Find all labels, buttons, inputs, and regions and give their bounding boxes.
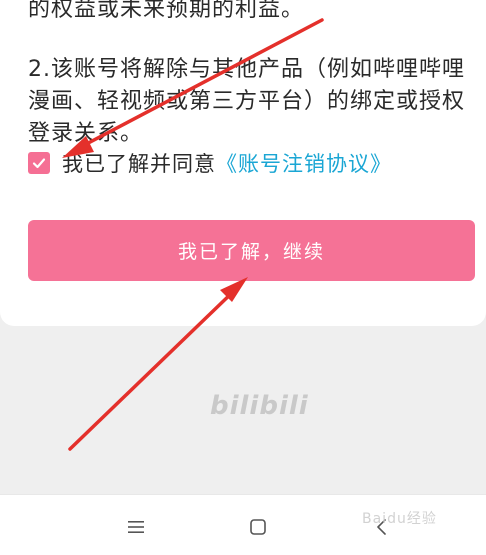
notice-point-2: 2.该账号将解除与其他产品（例如哔哩哔哩漫画、轻视频或第三方平台）的绑定或授权登… <box>28 57 466 146</box>
continue-button[interactable]: 我已了解，继续 <box>28 220 475 281</box>
home-square-icon[interactable] <box>246 515 270 539</box>
system-navbar <box>0 494 486 555</box>
agreement-checkbox[interactable] <box>28 152 50 174</box>
bilibili-logo: bilibili <box>210 391 309 421</box>
cancel-account-dialog: 的权益或未来预期的利益。 2.该账号将解除与其他产品（例如哔哩哔哩漫画、轻视频或… <box>0 0 486 326</box>
menu-icon[interactable] <box>124 515 148 539</box>
agreement-row[interactable]: 我已了解并同意 《账号注销协议》 <box>28 146 392 180</box>
agreement-label: 我已了解并同意 <box>62 152 216 176</box>
agreement-link[interactable]: 《账号注销协议》 <box>216 148 392 178</box>
back-chevron-icon[interactable] <box>370 515 394 539</box>
notice-text-continued: 的权益或未来预期的利益。 <box>28 0 305 22</box>
checkmark-icon <box>32 158 46 169</box>
